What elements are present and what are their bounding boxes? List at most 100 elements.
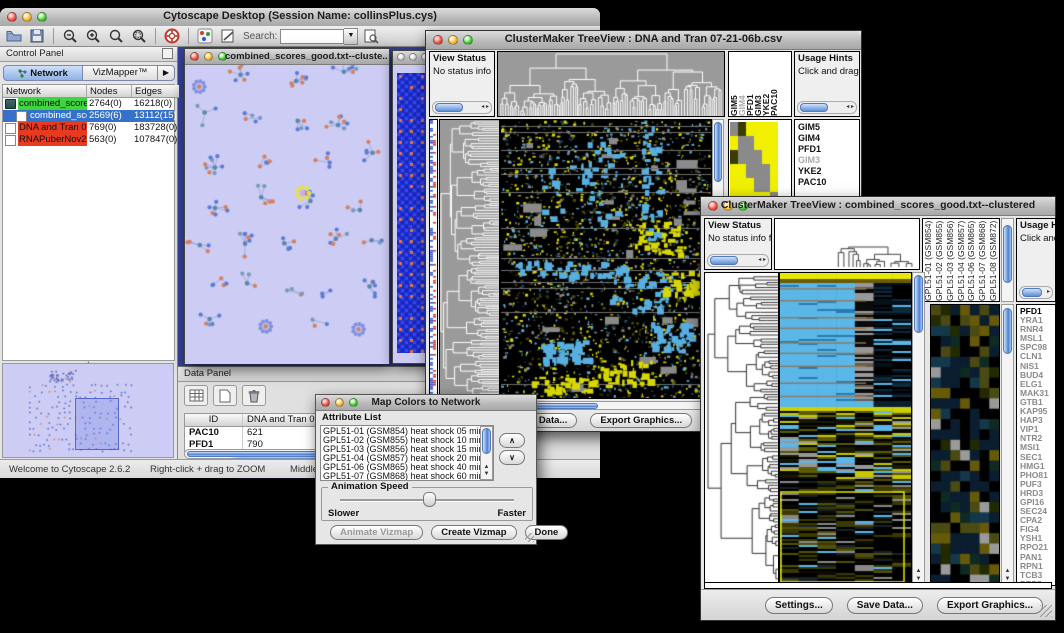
zoom-selected-icon[interactable] bbox=[129, 27, 149, 45]
network-view-titlebar[interactable]: combined_scores_good.txt--cluste... bbox=[185, 49, 389, 65]
treeview1-titlebar[interactable]: ClusterMaker TreeView : DNA and Tran 07-… bbox=[426, 31, 861, 50]
search-input[interactable] bbox=[280, 29, 344, 44]
tv1-gene-item[interactable]: GIM5 bbox=[798, 122, 859, 133]
tv2-heatmap-canvas[interactable] bbox=[780, 273, 911, 585]
zoom-in-icon[interactable] bbox=[83, 27, 103, 45]
tv1-column-label[interactable]: GIM3 bbox=[753, 52, 761, 116]
tab-overflow-arrow[interactable]: ▶ bbox=[158, 65, 175, 81]
network-row[interactable]: combined_sco 2569(6) 13112(15) bbox=[3, 110, 174, 122]
col-edges[interactable]: Edges bbox=[132, 85, 179, 98]
save-button[interactable] bbox=[27, 27, 47, 45]
tv1-row-overview-strip[interactable] bbox=[429, 119, 438, 399]
tv2-column-label[interactable]: GPL51-04 (GSM857) bbox=[956, 219, 967, 301]
tv2-button-bar: Settings... Save Data... Export Graphics..… bbox=[701, 589, 1055, 620]
tv1-heatmap[interactable] bbox=[500, 119, 712, 399]
tv1-row-dendrogram[interactable] bbox=[439, 119, 500, 399]
tv2-zoom-heatmap-canvas[interactable] bbox=[931, 305, 999, 585]
tv1-column-dendrogram[interactable] bbox=[497, 51, 725, 117]
tv2-column-label[interactable]: GPL51-07 (GSM868) bbox=[977, 219, 988, 301]
treeview2-titlebar[interactable]: ClusterMaker TreeView : combined_scores_… bbox=[701, 197, 1055, 216]
tv1-column-label[interactable]: YKE2 bbox=[761, 52, 769, 116]
attribute-item[interactable]: GPL51-07 (GSM868) heat shock 60 min bbox=[321, 472, 493, 481]
col-network[interactable]: Network bbox=[3, 85, 87, 98]
attribute-table-icon[interactable] bbox=[184, 385, 208, 406]
tv2-heatmap-vscrollbar[interactable]: ▲▼ bbox=[912, 272, 925, 586]
tv1-row-dendrogram-canvas[interactable] bbox=[440, 120, 499, 398]
float-panel-icon[interactable] bbox=[162, 48, 173, 59]
delete-attribute-trash-icon[interactable] bbox=[242, 385, 266, 406]
dialog-action-button[interactable]: Create Vizmap bbox=[431, 525, 516, 540]
tv1-heatmap-canvas[interactable] bbox=[501, 120, 711, 398]
birdseye-view[interactable] bbox=[2, 363, 174, 458]
tv2-column-label[interactable]: GPL51-02 (GSM855) bbox=[934, 219, 945, 301]
tv1-column-label[interactable]: PAC10 bbox=[769, 52, 777, 116]
tv2-hints-scrollbar[interactable]: ▸ bbox=[1019, 286, 1053, 299]
tv1-column-label[interactable]: PFD1 bbox=[745, 52, 753, 116]
tv2-zoom-heatmap[interactable] bbox=[930, 304, 1000, 586]
birdseye-viewport[interactable] bbox=[75, 398, 119, 450]
tv1-hints-scrollbar[interactable]: ◂ ▸ bbox=[797, 101, 857, 114]
move-down-button[interactable]: ∨ bbox=[499, 450, 525, 465]
tv2-zoom-vscrollbar[interactable]: ▲▼ bbox=[1001, 304, 1014, 586]
network-search-icon[interactable] bbox=[361, 27, 381, 45]
tv1-gene-item[interactable]: GIM4 bbox=[798, 133, 859, 144]
tv1-gene-item[interactable]: PAC10 bbox=[798, 177, 859, 188]
tv2-action-button[interactable]: Settings... bbox=[765, 597, 833, 614]
tv1-status-scrollbar[interactable]: ◂ ▸ bbox=[432, 101, 492, 114]
tv1-gene-item[interactable]: YKE2 bbox=[798, 166, 859, 177]
tv1-gene-item[interactable]: GIM3 bbox=[798, 155, 859, 166]
tv2-status-scrollbar[interactable]: ◂ ▸ bbox=[707, 254, 769, 267]
dialog-titlebar[interactable]: Map Colors to Network bbox=[316, 395, 536, 411]
tv2-row-dendrogram[interactable] bbox=[704, 272, 779, 586]
new-attribute-icon[interactable] bbox=[213, 385, 237, 406]
tv1-cluster-matrix-canvas[interactable] bbox=[730, 122, 778, 206]
close-button[interactable] bbox=[397, 53, 405, 61]
network-row[interactable]: DNA and Tran 07 769(0) 183728(0) bbox=[3, 122, 174, 134]
tv1-column-label[interactable]: GIM5 bbox=[729, 52, 737, 116]
tv2-column-tree-canvas[interactable] bbox=[775, 219, 919, 269]
tv2-row-dendrogram-canvas[interactable] bbox=[705, 273, 778, 585]
tv2-column-label[interactable]: GPL51-03 (GSM856) bbox=[945, 219, 956, 301]
zoom-out-icon[interactable] bbox=[60, 27, 80, 45]
tv1-gene-item[interactable]: PFD1 bbox=[798, 144, 859, 155]
col-nodes[interactable]: Nodes bbox=[87, 85, 132, 98]
open-file-button[interactable] bbox=[4, 27, 24, 45]
annotation-icon[interactable] bbox=[218, 27, 238, 45]
tv2-labels-vscrollbar[interactable] bbox=[1001, 218, 1014, 302]
tv2-column-label[interactable]: GPL51-06 (GSM865) bbox=[966, 219, 977, 301]
tv2-usage-hints: Usage Hints Click and drag ▸ bbox=[1016, 218, 1056, 302]
search-dropdown-button[interactable]: ▼ bbox=[344, 28, 358, 45]
network-row[interactable]: combined_scores 2764(0) 16218(0) bbox=[3, 98, 174, 110]
zoom-fit-icon[interactable] bbox=[106, 27, 126, 45]
tv2-column-label[interactable]: GPL51-08 (GSM872) bbox=[988, 219, 999, 301]
attribute-list-scrollbar[interactable]: ▲▼ bbox=[480, 426, 493, 480]
tv2-column-label-list: GPL51-01 (GSM854)GPL51-02 (GSM855)GPL51-… bbox=[923, 219, 999, 301]
network-canvas[interactable] bbox=[185, 65, 389, 364]
search-combo[interactable]: ▼ bbox=[280, 28, 358, 45]
tv2-column-tree[interactable] bbox=[774, 218, 920, 270]
tv1-column-label[interactable]: GIM4 bbox=[737, 52, 745, 116]
tv2-heatmap[interactable] bbox=[779, 272, 912, 586]
main-titlebar[interactable]: Cytoscape Desktop (Session Name: collins… bbox=[0, 8, 600, 27]
dialog-resize-grip[interactable] bbox=[525, 533, 534, 542]
tv1-view-status: View Status No status info fo ◂ ▸ bbox=[429, 51, 495, 117]
minimize-button[interactable] bbox=[409, 53, 417, 61]
minimize-button[interactable] bbox=[204, 52, 213, 61]
move-up-button[interactable]: ∧ bbox=[499, 433, 525, 448]
network-row[interactable]: RNAPuberNov2+ 563(0) 107847(0) bbox=[3, 134, 174, 146]
tab-vizmapper[interactable]: VizMapper™ bbox=[83, 65, 158, 81]
tv1-column-dendrogram-canvas[interactable] bbox=[498, 52, 724, 116]
dialog-action-button[interactable]: Animate Vizmap bbox=[330, 525, 423, 540]
animation-slider-thumb[interactable] bbox=[423, 492, 436, 507]
animation-speed-group: Animation Speed Slower Faster bbox=[321, 487, 533, 521]
help-lifering-icon[interactable] bbox=[162, 27, 182, 45]
tv2-action-button[interactable]: Export Graphics... bbox=[937, 597, 1043, 614]
tv1-action-button[interactable]: Export Graphics... bbox=[590, 413, 692, 428]
tv2-action-button[interactable]: Save Data... bbox=[847, 597, 923, 614]
tv2-resize-grip[interactable] bbox=[1040, 605, 1052, 617]
tab-network[interactable]: Network bbox=[3, 65, 83, 81]
tv1-row-strip-canvas[interactable] bbox=[430, 120, 437, 398]
close-button[interactable] bbox=[190, 52, 199, 61]
vizmap-nodes-icon[interactable] bbox=[195, 27, 215, 45]
search-label: Search: bbox=[243, 31, 277, 42]
